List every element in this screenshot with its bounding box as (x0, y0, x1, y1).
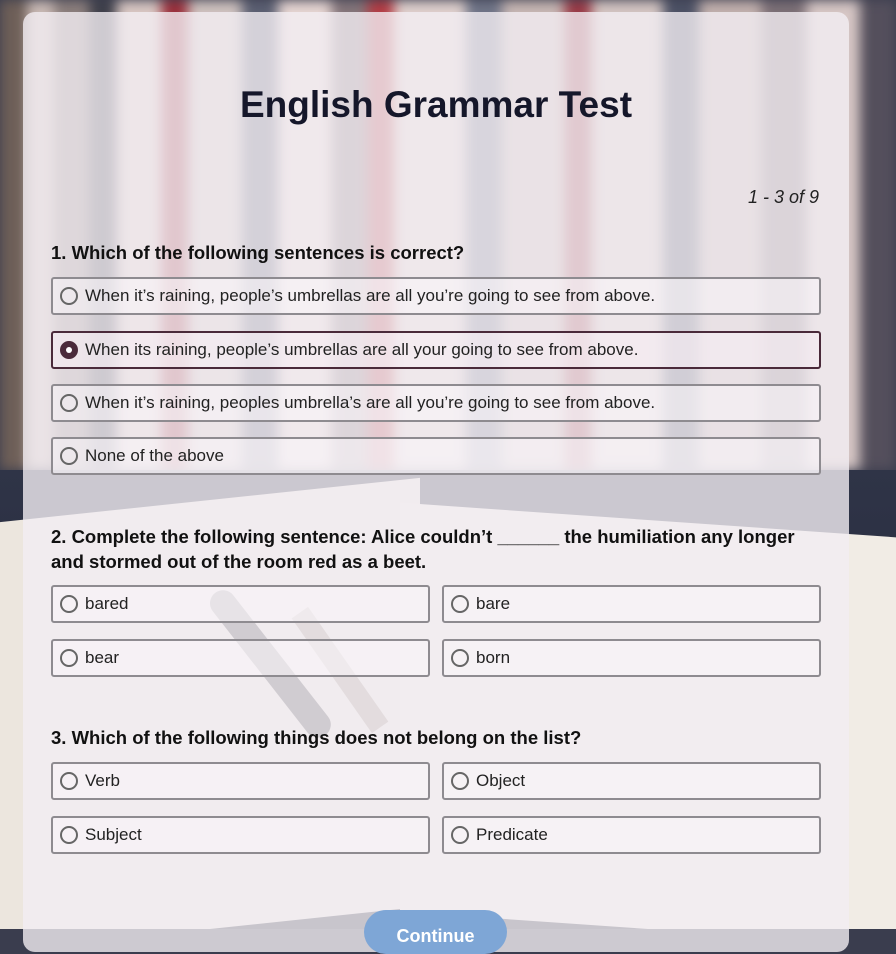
option-label: Object (476, 771, 526, 790)
radio-icon[interactable] (451, 649, 469, 667)
radio-icon[interactable] (60, 394, 78, 412)
option-label: When its raining, people’s umbrellas are… (85, 340, 639, 359)
continue-button[interactable]: Continue (364, 910, 507, 954)
radio-icon[interactable] (60, 595, 78, 613)
radio-icon[interactable] (60, 772, 78, 790)
quiz-card: English Grammar Test 1 - 3 of 9 1. Which… (23, 12, 849, 954)
option-label: bared (85, 594, 129, 613)
pagination-indicator: 1 - 3 of 9 (747, 187, 819, 207)
q3-option-1[interactable]: Verb (51, 762, 430, 800)
option-label: When it’s raining, peoples umbrella’s ar… (85, 393, 656, 412)
option-label: Verb (85, 771, 120, 790)
option-label: Subject (85, 825, 142, 844)
q2-option-4[interactable]: born (442, 639, 821, 677)
q2-option-2[interactable]: bare (442, 585, 821, 623)
q2-option-1[interactable]: bared (51, 585, 430, 623)
option-label: None of the above (85, 446, 224, 465)
q3-option-4[interactable]: Predicate (442, 816, 821, 854)
q3-option-2[interactable]: Object (442, 762, 821, 800)
radio-icon[interactable] (60, 826, 78, 844)
option-label: bare (476, 594, 511, 613)
option-label: bear (85, 648, 120, 667)
radio-icon[interactable] (451, 595, 469, 613)
radio-icon[interactable] (451, 772, 469, 790)
radio-icon[interactable] (451, 826, 469, 844)
q1-option-1[interactable]: When it’s raining, people’s umbrellas ar… (51, 277, 821, 315)
q1-option-2[interactable]: When its raining, people’s umbrellas are… (51, 331, 821, 369)
q3-option-3[interactable]: Subject (51, 816, 430, 854)
radio-selected-icon[interactable] (60, 341, 78, 359)
question-1-text: 1. Which of the following sentences is c… (51, 242, 465, 263)
radio-icon[interactable] (60, 447, 78, 465)
option-label: When it’s raining, people’s umbrellas ar… (85, 286, 656, 305)
q1-option-4[interactable]: None of the above (51, 437, 821, 475)
radio-icon[interactable] (60, 649, 78, 667)
q2-option-3[interactable]: bear (51, 639, 430, 677)
option-label: Predicate (476, 825, 548, 844)
question-3-text: 3. Which of the following things does no… (51, 727, 582, 748)
page-title: English Grammar Test (239, 84, 633, 125)
option-label: born (476, 648, 511, 667)
question-2-text: 2. Complete the following sentence: Alic… (51, 526, 795, 572)
q1-option-3[interactable]: When it’s raining, peoples umbrella’s ar… (51, 384, 821, 422)
radio-icon[interactable] (60, 287, 78, 305)
